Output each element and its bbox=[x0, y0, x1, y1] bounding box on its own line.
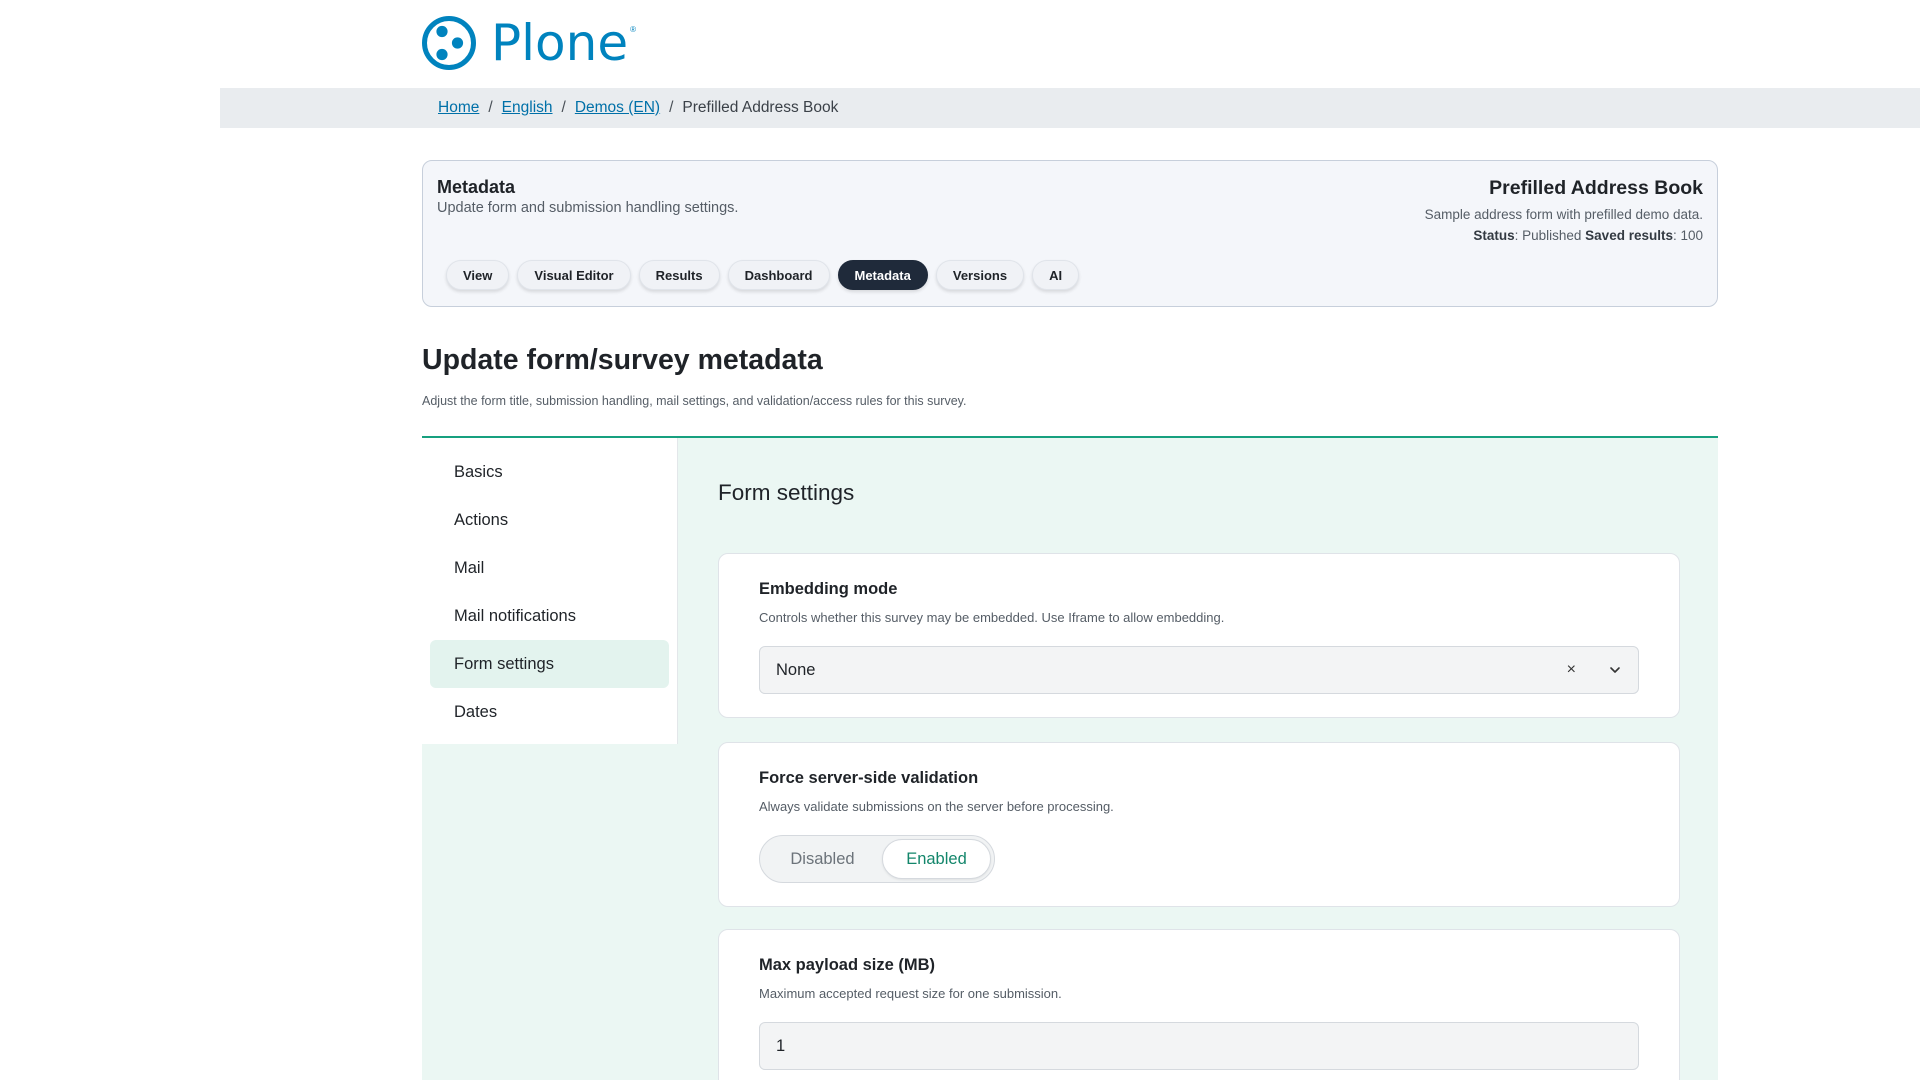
field-card-embedding-mode: Embedding mode Controls whether this sur… bbox=[718, 553, 1680, 718]
plone-logo[interactable]: Plone ® bbox=[421, 15, 636, 71]
status-label: Status bbox=[1473, 228, 1515, 243]
header-title: Metadata bbox=[437, 177, 516, 197]
breadcrumb-separator: / bbox=[561, 99, 566, 116]
tab-visual-editor[interactable]: Visual Editor bbox=[517, 260, 631, 290]
breadcrumb-link-english[interactable]: English bbox=[502, 99, 553, 117]
page-title: Update form/survey metadata bbox=[422, 344, 823, 376]
breadcrumb: Home / English / Demos (EN) / Prefilled … bbox=[438, 88, 838, 128]
breadcrumb-separator: / bbox=[669, 99, 674, 116]
field-label-embedding-mode: Embedding mode bbox=[759, 580, 898, 598]
saved-results-value: : 100 bbox=[1672, 228, 1703, 243]
field-card-server-validation: Force server-side validation Always vali… bbox=[718, 742, 1680, 907]
clear-icon[interactable]: × bbox=[1567, 661, 1576, 679]
form-status-line: Status: Published Saved results: 100 bbox=[1425, 228, 1703, 243]
tab-ai[interactable]: AI bbox=[1032, 260, 1080, 290]
form-header-card: Metadata Update form and submission hand… bbox=[422, 160, 1718, 307]
page-description: Adjust the form title, submission handli… bbox=[422, 394, 967, 408]
section-title: Form settings bbox=[718, 480, 855, 505]
field-help-server-validation: Always validate submissions on the serve… bbox=[759, 799, 1114, 814]
side-nav-item-mail[interactable]: Mail bbox=[430, 544, 669, 592]
server-validation-toggle: Disabled Enabled bbox=[759, 835, 995, 883]
metadata-form: Basics Actions Mail Mail notifications F… bbox=[422, 436, 1718, 1080]
form-title: Prefilled Address Book bbox=[1489, 177, 1703, 199]
field-label-max-payload: Max payload size (MB) bbox=[759, 956, 936, 974]
side-nav-item-dates[interactable]: Dates bbox=[430, 688, 669, 736]
header-subtitle: Update form and submission handling sett… bbox=[437, 200, 739, 216]
logo-wordmark: Plone bbox=[491, 14, 629, 72]
breadcrumb-link-home[interactable]: Home bbox=[438, 99, 479, 117]
plone-logo-icon bbox=[422, 16, 476, 70]
tab-versions[interactable]: Versions bbox=[935, 260, 1025, 290]
toggle-option-enabled[interactable]: Enabled bbox=[881, 839, 991, 879]
form-description: Sample address form with prefilled demo … bbox=[1424, 207, 1703, 222]
logo-registered-mark: ® bbox=[630, 25, 636, 34]
breadcrumb-current: Prefilled Address Book bbox=[682, 99, 839, 116]
tab-view[interactable]: View bbox=[446, 260, 510, 290]
breadcrumb-link-demos[interactable]: Demos (EN) bbox=[575, 99, 660, 117]
field-label-server-validation: Force server-side validation bbox=[759, 769, 979, 787]
chevron-down-icon[interactable] bbox=[1608, 663, 1622, 677]
breadcrumb-separator: / bbox=[488, 99, 493, 116]
max-payload-input[interactable]: 1 bbox=[759, 1022, 1639, 1070]
field-help-max-payload: Maximum accepted request size for one su… bbox=[759, 986, 1062, 1001]
tab-results[interactable]: Results bbox=[638, 260, 720, 290]
field-help-embedding-mode: Controls whether this survey may be embe… bbox=[759, 610, 1225, 625]
side-nav-item-basics[interactable]: Basics bbox=[430, 448, 669, 496]
tab-metadata[interactable]: Metadata bbox=[837, 260, 928, 290]
saved-results-label: Saved results bbox=[1585, 228, 1673, 243]
side-nav-item-form-settings[interactable]: Form settings bbox=[430, 640, 669, 688]
field-card-max-payload: Max payload size (MB) Maximum accepted r… bbox=[718, 929, 1680, 1080]
form-summary: Prefilled Address Book Sample address fo… bbox=[1425, 177, 1703, 243]
tab-dashboard[interactable]: Dashboard bbox=[727, 260, 830, 290]
max-payload-value: 1 bbox=[776, 1036, 786, 1055]
side-nav-item-mail-notifications[interactable]: Mail notifications bbox=[430, 592, 669, 640]
toggle-option-disabled[interactable]: Disabled bbox=[763, 839, 882, 879]
side-nav-item-actions[interactable]: Actions bbox=[430, 496, 669, 544]
embedding-mode-value: None bbox=[776, 660, 816, 679]
settings-side-nav: Basics Actions Mail Mail notifications F… bbox=[422, 438, 678, 744]
form-tabs: View Visual Editor Results Dashboard Met… bbox=[446, 260, 1080, 290]
breadcrumb-bar: Home / English / Demos (EN) / Prefilled … bbox=[220, 88, 1920, 128]
embedding-mode-select[interactable]: None × bbox=[759, 646, 1639, 694]
status-value: : Published bbox=[1514, 228, 1586, 243]
